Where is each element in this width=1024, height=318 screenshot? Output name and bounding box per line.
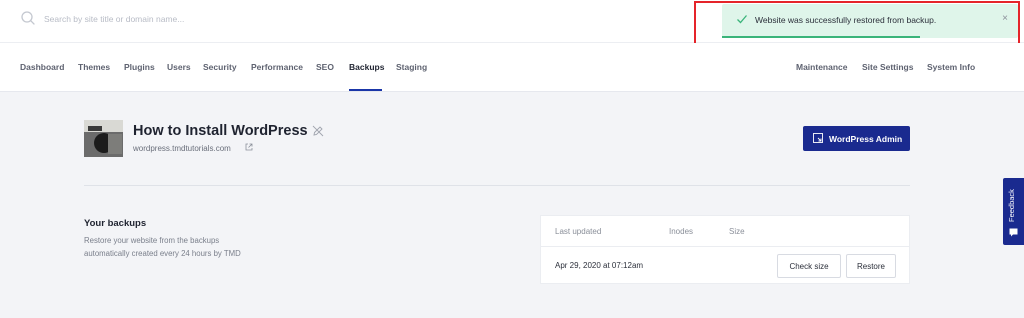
column-size: Size — [729, 227, 745, 236]
column-inodes: Inodes — [669, 227, 694, 236]
nav-maintenance[interactable]: Maintenance — [796, 62, 848, 72]
column-last-updated: Last updated — [555, 227, 602, 236]
search-input[interactable] — [44, 11, 344, 27]
nav-performance[interactable]: Performance — [251, 62, 303, 72]
site-thumbnail — [84, 120, 123, 157]
nav-users[interactable]: Users — [167, 62, 191, 72]
wordpress-admin-button[interactable]: WordPress Admin — [803, 126, 910, 151]
edit-icon[interactable] — [312, 125, 324, 137]
nav-plugins[interactable]: Plugins — [124, 62, 155, 72]
nav-system-info[interactable]: System Info — [927, 62, 975, 72]
open-admin-icon — [813, 133, 823, 143]
site-domain[interactable]: wordpress.tmdtutorials.com — [133, 144, 231, 153]
site-title: How to Install WordPress — [133, 123, 308, 139]
nav-backups[interactable]: Backups — [349, 62, 384, 72]
nav-seo[interactable]: SEO — [316, 62, 334, 72]
backup-last-updated: Apr 29, 2020 at 07:12am — [555, 261, 644, 270]
nav-site-settings[interactable]: Site Settings — [862, 62, 913, 72]
feedback-label: Feedback — [1007, 189, 1016, 222]
table-header: Last updated Inodes Size — [541, 216, 909, 247]
backups-table: Last updated Inodes Size Apr 29, 2020 at… — [540, 215, 910, 284]
feedback-tab[interactable]: Feedback — [1003, 178, 1024, 245]
site-nav: Dashboard Themes Plugins Users Security … — [0, 43, 1024, 92]
wordpress-admin-label: WordPress Admin — [829, 134, 903, 144]
nav-dashboard[interactable]: Dashboard — [20, 62, 64, 72]
restore-button[interactable]: Restore — [846, 254, 896, 278]
check-size-button[interactable]: Check size — [777, 254, 841, 278]
section-divider — [84, 185, 910, 186]
nav-staging[interactable]: Staging — [396, 62, 427, 72]
external-link-icon[interactable] — [245, 143, 253, 151]
backups-heading: Your backups — [84, 218, 147, 229]
backups-description: Restore your website from the backups au… — [84, 236, 241, 258]
nav-themes[interactable]: Themes — [78, 62, 110, 72]
nav-security[interactable]: Security — [203, 62, 237, 72]
search-icon — [21, 11, 35, 25]
active-tab-indicator — [349, 89, 382, 91]
feedback-icon — [1009, 228, 1018, 237]
